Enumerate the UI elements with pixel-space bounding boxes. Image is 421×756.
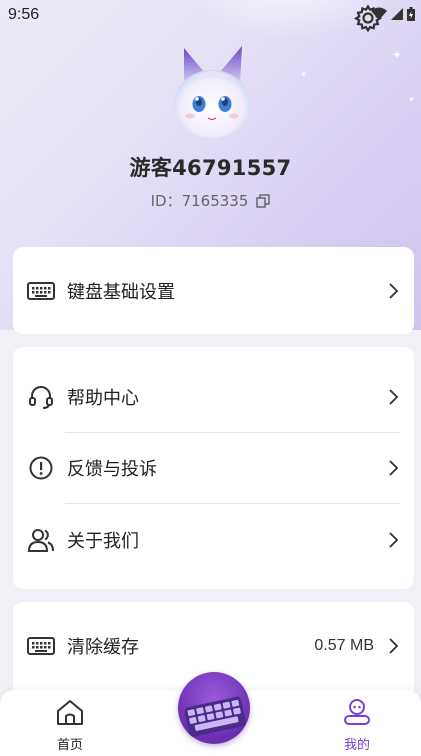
nav-label-mine: 我的 bbox=[343, 738, 370, 753]
menu-item-label: 帮助中心 bbox=[67, 388, 139, 409]
user-id-row: ID：7165335 bbox=[0, 190, 421, 211]
avatar[interactable] bbox=[170, 44, 254, 140]
menu-item-feedback[interactable]: 反馈与投诉 bbox=[13, 442, 414, 494]
keyboard-icon bbox=[27, 632, 55, 660]
headset-icon bbox=[27, 383, 55, 411]
keyboard-settings-card: 键盘基础设置 bbox=[13, 247, 414, 334]
settings-button[interactable] bbox=[352, 4, 384, 36]
divider bbox=[65, 503, 400, 504]
nav-item-home[interactable]: 首页 bbox=[35, 698, 105, 753]
menu-item-about-us[interactable]: 关于我们 bbox=[13, 514, 414, 566]
chevron-right-icon bbox=[386, 636, 400, 656]
home-icon bbox=[55, 698, 85, 730]
chevron-right-icon bbox=[386, 281, 400, 301]
menu-item-label: 清除缓存 bbox=[67, 637, 139, 658]
menu-item-keyboard-settings[interactable]: 键盘基础设置 bbox=[13, 265, 414, 317]
alert-circle-icon bbox=[27, 454, 55, 482]
menu-item-clear-cache[interactable]: 清除缓存 0.57 MB bbox=[13, 620, 414, 672]
nav-label-home: 首页 bbox=[56, 738, 83, 753]
divider bbox=[65, 432, 400, 433]
chevron-right-icon bbox=[386, 530, 400, 550]
chevron-right-icon bbox=[386, 458, 400, 478]
support-card: 帮助中心 反馈与投诉 关于我们 bbox=[13, 347, 414, 589]
user-id: ID：7165335 bbox=[150, 192, 249, 210]
menu-item-label: 关于我们 bbox=[67, 531, 139, 552]
nav-item-mine[interactable]: 我的 bbox=[322, 698, 392, 753]
profile-robot-icon bbox=[342, 698, 372, 730]
menu-item-help-center[interactable]: 帮助中心 bbox=[13, 371, 414, 423]
username: 游客46791557 bbox=[129, 156, 292, 180]
keyboard-icon bbox=[27, 277, 55, 305]
gear-icon bbox=[354, 4, 382, 36]
users-icon bbox=[27, 526, 55, 554]
menu-item-label: 反馈与投诉 bbox=[67, 459, 157, 480]
battery-icon bbox=[407, 6, 415, 25]
status-time: 9:56 bbox=[8, 6, 40, 23]
signal-icon bbox=[391, 6, 403, 25]
cache-size: 0.57 MB bbox=[314, 637, 374, 654]
copy-id-button[interactable] bbox=[256, 193, 271, 208]
keyboard-skin-button[interactable] bbox=[178, 672, 250, 744]
chevron-right-icon bbox=[386, 387, 400, 407]
copy-icon bbox=[256, 193, 271, 208]
menu-item-label: 键盘基础设置 bbox=[67, 282, 175, 303]
